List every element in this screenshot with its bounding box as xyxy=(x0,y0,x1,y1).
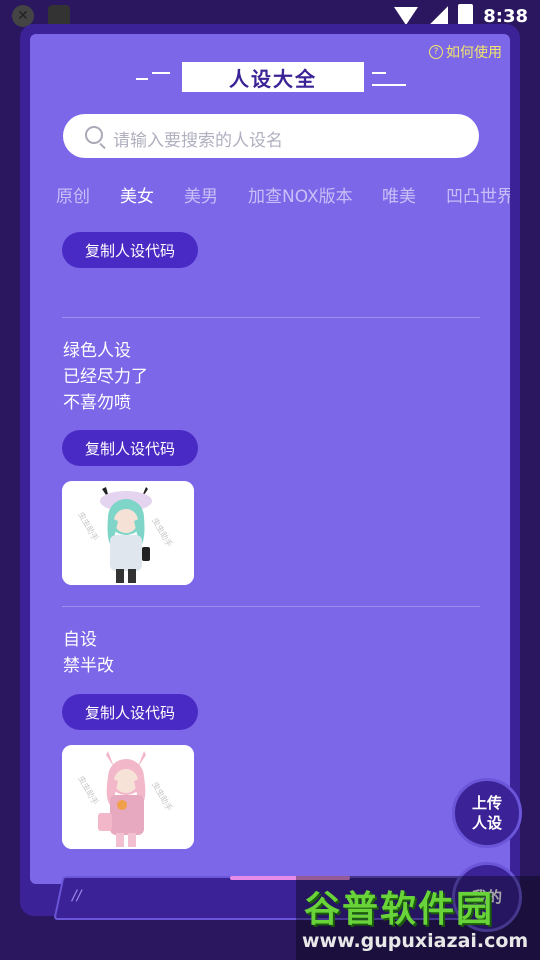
copy-code-button[interactable]: 复制人设代码 xyxy=(62,430,198,466)
site-watermark: 谷普软件园 www.gupuxiazai.com xyxy=(296,876,540,960)
tab-aesthetic[interactable]: 唯美 xyxy=(382,182,416,207)
post-text: 禁半改 xyxy=(63,656,114,676)
search-icon xyxy=(85,126,103,144)
pink-character-illustration xyxy=(62,745,194,849)
post-text: 已经尽力了 xyxy=(63,367,148,387)
upload-label-line2: 人设 xyxy=(471,814,502,832)
divider xyxy=(62,317,480,318)
tab-aotu-world[interactable]: 凹凸世界 xyxy=(446,182,510,207)
character-image[interactable]: 虫虫助手 虫虫助手 xyxy=(62,745,194,849)
divider xyxy=(62,606,480,607)
post-text: 自设 xyxy=(63,630,97,650)
category-tabs: 原创 美女 美男 加查NOX版本 唯美 凹凸世界 xyxy=(56,182,510,210)
upload-label-line1: 上传 xyxy=(471,794,502,812)
title-decoration xyxy=(136,78,148,80)
post-text: 不喜勿喷 xyxy=(63,393,131,413)
title-decoration xyxy=(372,84,406,86)
tab-beauty[interactable]: 美女 xyxy=(120,182,154,207)
signal-icon xyxy=(428,6,449,26)
copy-code-button[interactable]: 复制人设代码 xyxy=(62,232,198,268)
how-to-use-label: 如何使用 xyxy=(446,45,502,61)
character-image[interactable]: 虫虫助手 虫虫助手 xyxy=(62,481,194,585)
wifi-icon xyxy=(394,7,419,25)
title-decoration xyxy=(372,72,386,74)
copy-code-button[interactable]: 复制人设代码 xyxy=(62,694,198,730)
title-decoration xyxy=(152,72,170,74)
tab-gacha-nox[interactable]: 加查NOX版本 xyxy=(248,182,353,207)
upload-persona-button[interactable]: 上传 人设 xyxy=(452,778,522,848)
green-character-illustration xyxy=(62,481,194,585)
question-icon: ? xyxy=(429,45,443,59)
bottom-decoration: // xyxy=(72,888,82,904)
search-input[interactable]: 请输入要搜索的人设名 xyxy=(113,126,283,151)
page-title: 人设大全 xyxy=(182,62,364,92)
tab-original[interactable]: 原创 xyxy=(56,182,90,207)
post-text: 绿色人设 xyxy=(63,341,131,361)
watermark-brand: 谷普软件园 xyxy=(304,889,495,930)
search-bar[interactable]: 请输入要搜索的人设名 xyxy=(63,114,479,158)
watermark-url: www.gupuxiazai.com xyxy=(302,930,529,952)
how-to-use-link[interactable]: ? 如何使用 xyxy=(429,42,502,62)
content-panel: ? 如何使用 人设大全 请输入要搜索的人设名 原创 美女 美男 加查NOX版本 … xyxy=(30,34,510,884)
tab-handsome[interactable]: 美男 xyxy=(184,182,218,207)
page-header: 人设大全 xyxy=(30,62,510,92)
